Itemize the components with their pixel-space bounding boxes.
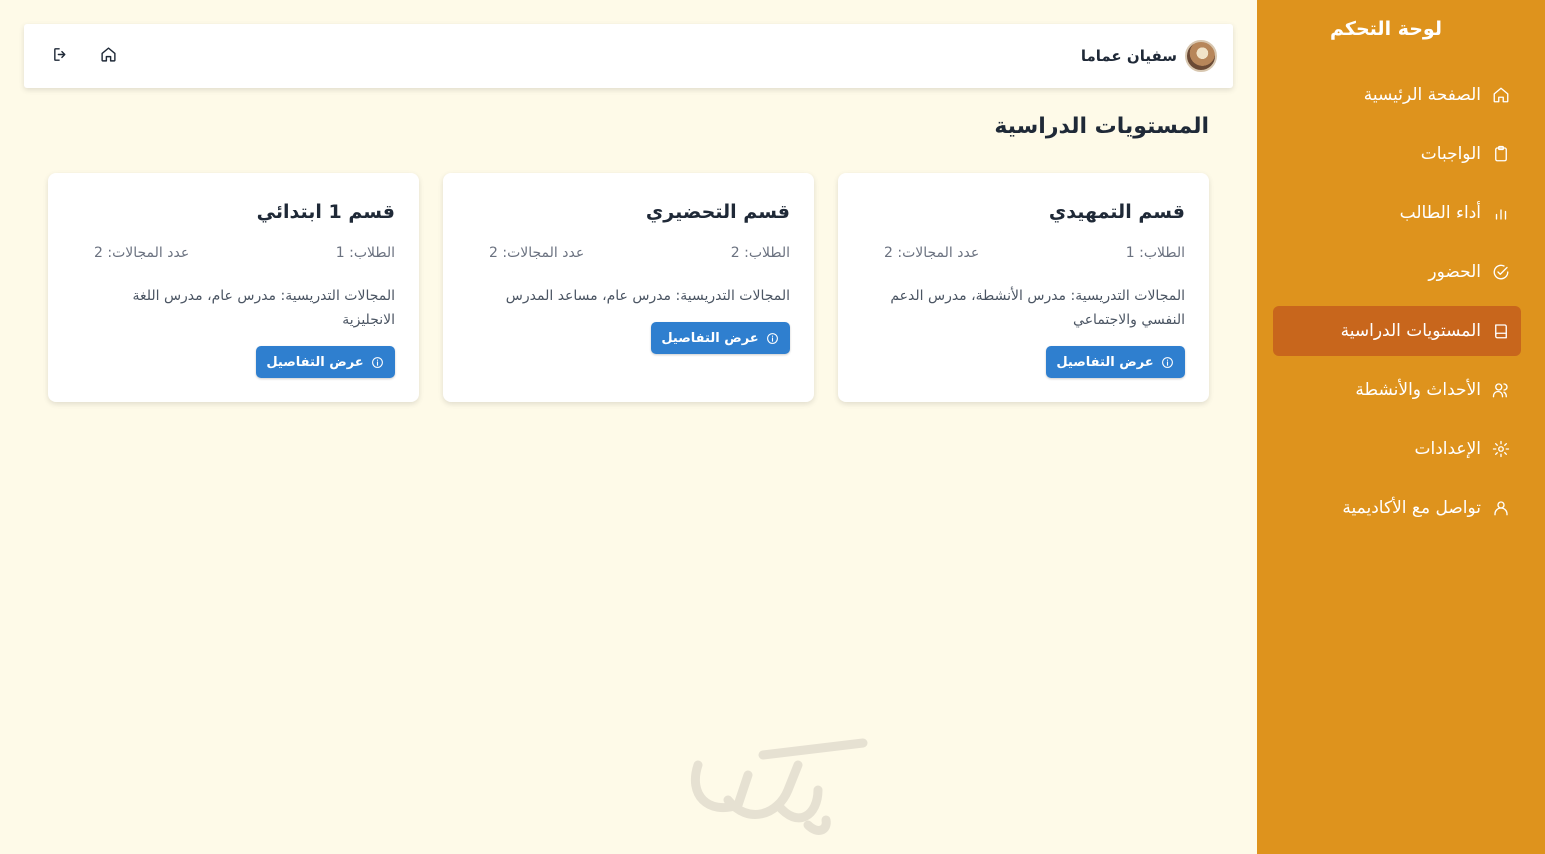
teaching-fields: المجالات التدريسية: مدرس عام، مساعد المد… [505, 288, 790, 304]
teaching-fields: المجالات التدريسية: مدرس عام، مدرس اللغة… [132, 288, 395, 328]
card-title: قسم التحضيري [645, 201, 790, 223]
home-icon [1491, 85, 1511, 105]
check-circle-icon [1491, 262, 1511, 282]
teaching-fields: المجالات التدريسية: مدرس الأنشطة، مدرس ا… [890, 288, 1185, 328]
watermark-logo [668, 735, 868, 845]
sidebar-item-home[interactable]: الصفحة الرئيسية [1273, 70, 1521, 120]
gear-icon [1491, 439, 1511, 459]
logout-icon [52, 46, 69, 67]
home-button[interactable] [96, 44, 120, 68]
sidebar-item-events[interactable]: الأحداث والأنشطة [1273, 365, 1521, 415]
sidebar-item-label: الأحداث والأنشطة [1355, 380, 1481, 400]
fields-count: عدد المجالات: 2 [94, 245, 190, 261]
view-details-button[interactable]: عرض التفاصيل [256, 346, 395, 378]
students-count: الطلاب: 2 [730, 245, 790, 261]
user-name: سفيان عماما [1080, 47, 1177, 65]
level-card: قسم التحضيري الطلاب: 2 عدد المجالات: 2 ا… [443, 173, 814, 402]
button-label: عرض التفاصيل [661, 330, 759, 346]
home-icon [100, 46, 117, 67]
sidebar-item-settings[interactable]: الإعدادات [1273, 424, 1521, 474]
sidebar: لوحة التحكم الصفحة الرئيسية الواجبات أدا… [1257, 0, 1545, 854]
users-icon [1491, 380, 1511, 400]
students-count: الطلاب: 1 [335, 245, 395, 261]
level-card: قسم التمهيدي الطلاب: 1 عدد المجالات: 2 ا… [838, 173, 1209, 402]
fields-count: عدد المجالات: 2 [884, 245, 980, 261]
fields-count: عدد المجالات: 2 [489, 245, 585, 261]
page-title: المستويات الدراسية [994, 114, 1209, 139]
button-label: عرض التفاصيل [266, 354, 364, 370]
sidebar-item-label: الإعدادات [1414, 439, 1481, 459]
info-icon [766, 331, 780, 345]
sidebar-item-contact[interactable]: تواصل مع الأكاديمية [1273, 483, 1521, 533]
info-icon [1161, 355, 1175, 369]
logout-button[interactable] [48, 44, 72, 68]
sidebar-title: لوحة التحكم [1330, 18, 1442, 40]
avatar[interactable] [1185, 40, 1217, 72]
button-label: عرض التفاصيل [1056, 354, 1154, 370]
sidebar-item-attendance[interactable]: الحضور [1273, 247, 1521, 297]
user-icon [1491, 498, 1511, 518]
clipboard-icon [1491, 144, 1511, 164]
sidebar-item-performance[interactable]: أداء الطالب [1273, 188, 1521, 238]
sidebar-item-label: المستويات الدراسية [1340, 321, 1481, 341]
sidebar-item-label: الصفحة الرئيسية [1363, 85, 1481, 105]
sidebar-item-label: أداء الطالب [1399, 203, 1481, 223]
card-title: قسم التمهيدي [1048, 201, 1185, 223]
sidebar-item-levels[interactable]: المستويات الدراسية [1273, 306, 1521, 356]
level-card: قسم 1 ابتدائي الطلاب: 1 عدد المجالات: 2 … [48, 173, 419, 402]
bar-chart-icon [1491, 203, 1511, 223]
user-profile[interactable]: سفيان عماما [1081, 40, 1217, 72]
sidebar-item-label: تواصل مع الأكاديمية [1342, 498, 1481, 518]
card-title: قسم 1 ابتدائي [256, 201, 395, 223]
sidebar-nav: الصفحة الرئيسية الواجبات أداء الطالب الح… [1273, 70, 1521, 542]
book-icon [1491, 321, 1511, 341]
info-icon [371, 355, 385, 369]
sidebar-item-label: الحضور [1428, 262, 1481, 282]
view-details-button[interactable]: عرض التفاصيل [1046, 346, 1185, 378]
top-header: سفيان عماما [24, 24, 1233, 88]
sidebar-item-assignments[interactable]: الواجبات [1273, 129, 1521, 179]
students-count: الطلاب: 1 [1125, 245, 1185, 261]
view-details-button[interactable]: عرض التفاصيل [651, 322, 790, 354]
sidebar-item-label: الواجبات [1420, 144, 1481, 164]
